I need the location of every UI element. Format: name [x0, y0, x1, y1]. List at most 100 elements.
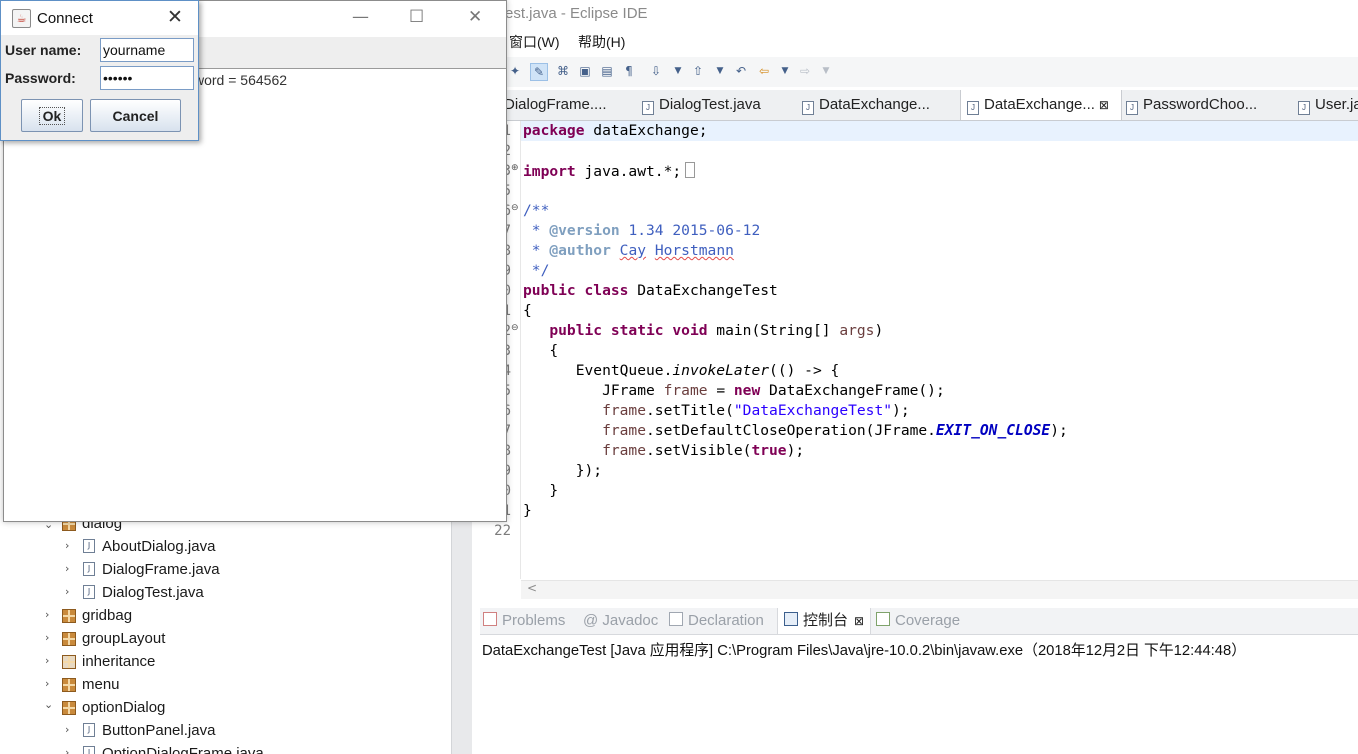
- close-icon[interactable]: ✕: [468, 7, 482, 27]
- tab-problems[interactable]: Problems: [483, 612, 565, 629]
- chevron-right-icon[interactable]: ›: [45, 608, 49, 621]
- toolbar-pilcrow-icon[interactable]: ¶: [621, 63, 637, 79]
- code-line: }: [523, 482, 559, 499]
- tree-item-optiondialogframe[interactable]: OptionDialogFrame.java: [102, 745, 264, 754]
- tree-item-inheritance[interactable]: inheritance: [82, 653, 155, 670]
- code-line: public static void main(String[] args): [549, 322, 884, 339]
- toolbar-prev-annotation-icon[interactable]: ⇧: [690, 63, 706, 79]
- java-file-icon: J: [83, 562, 95, 576]
- chevron-right-icon[interactable]: ›: [45, 677, 49, 690]
- package-icon: [62, 632, 76, 646]
- console-tab-bar: Problems @ Javadoc Declaration 控制台 ⊠ Cove…: [480, 608, 1358, 635]
- toolbar-whitespace-icon[interactable]: ▤: [599, 63, 615, 79]
- folded-imports-icon[interactable]: [685, 162, 696, 178]
- tree-item-buttonpanel[interactable]: ButtonPanel.java: [102, 722, 215, 739]
- chevron-down-icon[interactable]: ⌄: [44, 698, 53, 711]
- editor-horizontal-scrollbar[interactable]: <: [521, 580, 1358, 599]
- tab-user[interactable]: J User.ja: [1298, 90, 1358, 120]
- close-tab-icon[interactable]: ⊠: [1099, 98, 1109, 112]
- declaration-icon: [669, 612, 683, 626]
- java-file-icon: J: [83, 723, 95, 737]
- chevron-right-icon[interactable]: ›: [65, 585, 69, 598]
- code-line: });: [523, 462, 603, 479]
- dialog-title-bar: ☕ Connect ✕: [1, 1, 198, 35]
- toolbar-debug-icon[interactable]: ✦: [507, 63, 523, 79]
- chevron-down-icon[interactable]: ▼: [777, 63, 793, 79]
- tab-console[interactable]: 控制台 ⊠: [777, 608, 872, 634]
- chevron-right-icon[interactable]: ›: [65, 539, 69, 552]
- tree-item-dialogtest[interactable]: DialogTest.java: [102, 584, 204, 601]
- code-line: frame.setDefaultCloseOperation(JFrame.EX…: [602, 422, 1068, 439]
- code-line: frame.setTitle("DataExchangeTest");: [602, 402, 910, 419]
- java-file-icon: J: [1298, 101, 1310, 115]
- line-number: 22: [494, 523, 511, 539]
- password-input[interactable]: [100, 66, 194, 90]
- tree-item-gridbag[interactable]: gridbag: [82, 607, 132, 624]
- tab-coverage[interactable]: Coverage: [876, 612, 960, 629]
- java-file-icon: J: [83, 746, 95, 754]
- toolbar-next-annotation-icon[interactable]: ⇩: [648, 63, 664, 79]
- code-line: }: [523, 502, 532, 519]
- tab-dialogframe[interactable]: DialogFrame....: [504, 90, 639, 120]
- password-label: Password:: [5, 70, 76, 86]
- code-line: package dataExchange;: [523, 122, 708, 139]
- tab-dataexchange-active[interactable]: J DataExchange... ⊠: [960, 90, 1122, 120]
- chevron-right-icon[interactable]: ›: [45, 654, 49, 667]
- problems-icon: [483, 612, 497, 626]
- frame-output-text: word = 564562: [194, 72, 288, 88]
- chevron-down-icon[interactable]: ▼: [712, 63, 728, 79]
- tree-item-optiondialog[interactable]: optionDialog: [82, 699, 165, 716]
- tab-passwordchooser[interactable]: J PasswordChoo...: [1126, 90, 1276, 120]
- tree-item-aboutdialog[interactable]: AboutDialog.java: [102, 538, 215, 555]
- tab-dialogtest[interactable]: J DialogTest.java: [642, 90, 792, 120]
- close-tab-icon[interactable]: ⊠: [854, 614, 864, 628]
- fold-collapse-icon[interactable]: ⊖: [511, 323, 519, 333]
- scroll-left-icon[interactable]: <: [527, 581, 537, 595]
- java-app-icon: ☕: [12, 9, 31, 28]
- tab-declaration[interactable]: Declaration: [669, 612, 764, 629]
- chevron-right-icon[interactable]: ›: [65, 746, 69, 754]
- tree-item-menu[interactable]: menu: [82, 676, 120, 693]
- menu-window[interactable]: 窗口(W): [509, 32, 560, 52]
- close-icon[interactable]: ✕: [167, 6, 183, 28]
- chevron-down-icon[interactable]: ▼: [670, 63, 686, 79]
- fold-expand-icon[interactable]: ⊕: [511, 163, 519, 173]
- editor-tab-bar: DialogFrame.... J DialogTest.java J DataEx…: [480, 90, 1358, 121]
- code-line: public class DataExchangeTest: [523, 282, 778, 299]
- minimize-icon[interactable]: —: [352, 7, 369, 27]
- fold-collapse-icon[interactable]: ⊖: [511, 203, 519, 213]
- sidebar-scrollbar[interactable]: [451, 520, 472, 754]
- console-output[interactable]: DataExchangeTest [Java 应用程序] C:\Program …: [480, 635, 1358, 754]
- code-line: {: [523, 302, 532, 319]
- chevron-right-icon[interactable]: ›: [65, 723, 69, 736]
- code-line: /**: [523, 202, 550, 219]
- chevron-right-icon[interactable]: ›: [45, 631, 49, 644]
- tab-dataexchange-1[interactable]: J DataExchange...: [802, 90, 952, 120]
- toolbar-block-selection-icon[interactable]: ▣: [577, 63, 593, 79]
- tree-item-dialogframe[interactable]: DialogFrame.java: [102, 561, 220, 578]
- toolbar-mark-occurrences-icon[interactable]: ✎: [530, 63, 548, 81]
- console-icon: [784, 612, 798, 626]
- back-arrow-icon[interactable]: ⇦: [756, 63, 772, 79]
- maximize-icon[interactable]: ☐: [409, 7, 424, 27]
- code-line: import java.awt.*;: [523, 162, 696, 180]
- coverage-icon: [876, 612, 890, 626]
- username-input[interactable]: [100, 38, 194, 62]
- console-process-line: DataExchangeTest [Java 应用程序] C:\Program …: [482, 643, 1247, 659]
- forward-arrow-icon[interactable]: ⇨: [797, 63, 813, 79]
- chevron-right-icon[interactable]: ›: [65, 562, 69, 575]
- tree-item-grouplayout[interactable]: groupLayout: [82, 630, 165, 647]
- toolbar-link-icon[interactable]: ⌘: [555, 63, 571, 79]
- code-line: {: [523, 342, 559, 359]
- code-line: */: [523, 262, 550, 279]
- code-line: * @author Cay Horstmann: [523, 242, 734, 259]
- tab-javadoc[interactable]: @ Javadoc: [583, 612, 658, 629]
- code-editor[interactable]: [480, 121, 1358, 599]
- chevron-down-icon[interactable]: ▼: [818, 63, 834, 79]
- cancel-button[interactable]: Cancel: [90, 99, 181, 132]
- ok-button[interactable]: Ok: [21, 99, 83, 132]
- eclipse-title: est.java - Eclipse IDE: [505, 5, 648, 22]
- menu-help[interactable]: 帮助(H): [578, 32, 625, 52]
- username-label: User name:: [5, 42, 82, 58]
- toolbar-last-edit-icon[interactable]: ↶: [733, 63, 749, 79]
